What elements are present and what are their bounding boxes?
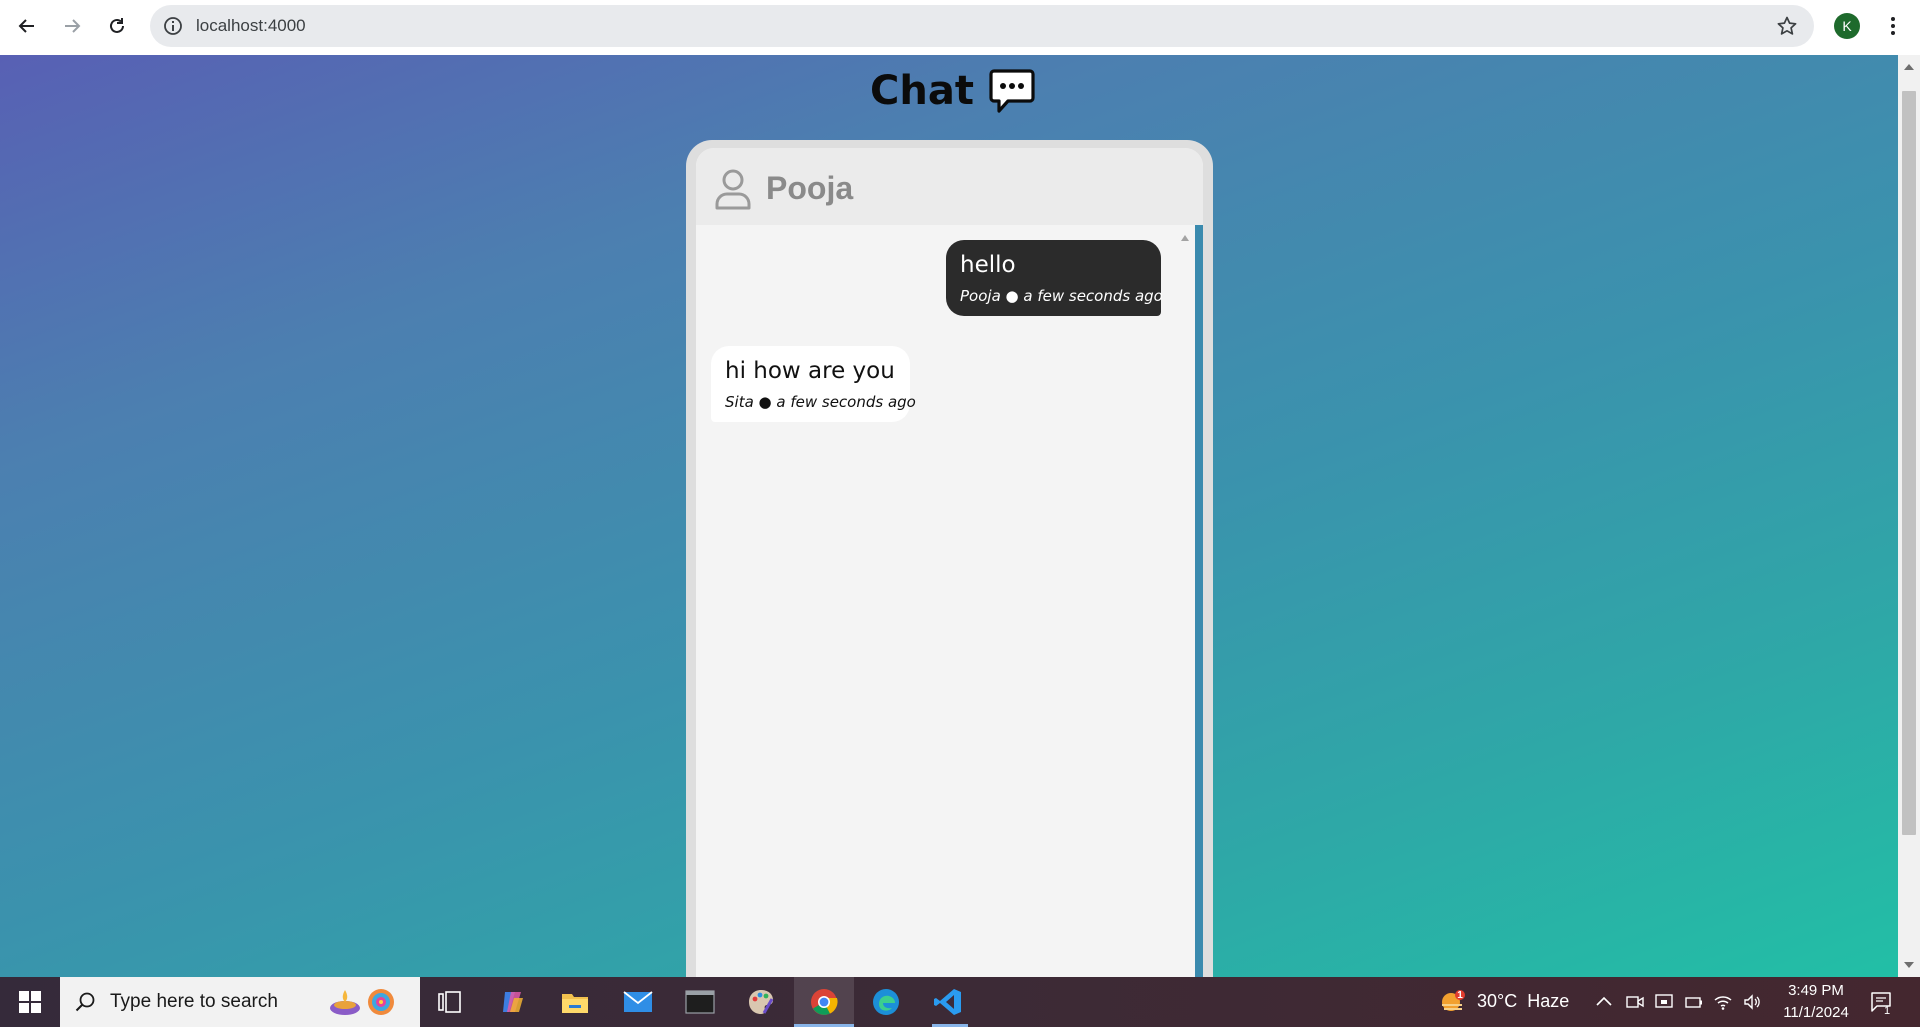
- forward-button[interactable]: [55, 9, 89, 43]
- taskbar-search[interactable]: Type here to search: [60, 977, 420, 1027]
- chat-panel: Pooja hello Pooja ● a few seconds ago hi…: [696, 148, 1203, 977]
- back-arrow-icon: [18, 19, 34, 33]
- page-scroll-down-icon[interactable]: [1904, 962, 1914, 968]
- page-title: Chat: [870, 68, 974, 114]
- windows-logo-icon: [19, 991, 41, 1013]
- reload-icon: [110, 18, 124, 33]
- wifi-icon[interactable]: [1713, 992, 1733, 1012]
- diya-lamp-icon: [330, 990, 360, 1015]
- browser-toolbar: localhost:4000 K: [0, 0, 1920, 55]
- start-button[interactable]: [0, 977, 60, 1027]
- user-icon: [715, 169, 751, 210]
- battery-icon[interactable]: [1684, 992, 1704, 1012]
- copilot-icon[interactable]: [497, 986, 529, 1018]
- scroll-up-arrow-icon[interactable]: [1181, 235, 1189, 241]
- file-explorer-icon[interactable]: [559, 986, 591, 1018]
- chat-header: Pooja: [696, 148, 1203, 225]
- address-bar[interactable]: localhost:4000: [150, 5, 1814, 47]
- message-meta: Pooja ● a few seconds ago: [960, 287, 1163, 305]
- chrome-taskbar-button[interactable]: [794, 977, 854, 1027]
- page-viewport: Chat Pooja hello Pooja ● a few seconds a…: [0, 55, 1898, 977]
- page-header: Chat: [870, 63, 1036, 119]
- back-button[interactable]: [10, 9, 44, 43]
- page-scrollbar-thumb[interactable]: [1902, 91, 1916, 835]
- display-share-icon[interactable]: [1654, 992, 1674, 1012]
- page-scroll-up-icon[interactable]: [1904, 64, 1914, 70]
- reload-button[interactable]: [100, 9, 134, 43]
- message-list-scrollbar[interactable]: [1175, 225, 1195, 977]
- forward-arrow-icon: [65, 19, 81, 33]
- message-bubble-incoming: hi how are you Sita ● a few seconds ago: [711, 346, 916, 422]
- chevron-up-icon[interactable]: [1594, 992, 1614, 1012]
- rangoli-icon: [368, 989, 394, 1015]
- contact-name: Pooja: [766, 170, 854, 206]
- url-text[interactable]: localhost:4000: [196, 16, 306, 36]
- weather-text[interactable]: 30°C Haze: [1477, 991, 1569, 1012]
- edge-icon[interactable]: [870, 986, 902, 1018]
- bookmark-star-icon[interactable]: [1776, 15, 1798, 37]
- clock-date[interactable]: 11/1/2024: [1772, 1004, 1860, 1021]
- chrome-icon: [811, 989, 838, 1015]
- message-text: hi how are you: [725, 358, 895, 384]
- volume-icon[interactable]: [1742, 992, 1762, 1012]
- paint-icon[interactable]: [745, 986, 777, 1018]
- message-meta: Sita ● a few seconds ago: [725, 393, 916, 411]
- terminal-icon[interactable]: [684, 986, 716, 1018]
- message-bubble-outgoing: hello Pooja ● a few seconds ago: [946, 240, 1163, 316]
- search-icon: [75, 992, 95, 1012]
- message-text: hello: [960, 252, 1016, 278]
- speech-bubble-icon: [989, 69, 1035, 113]
- taskbar: Type here to search 1 30°C Haze 3:49 PM …: [0, 977, 1920, 1027]
- profile-avatar[interactable]: K: [1834, 13, 1860, 39]
- task-view-icon[interactable]: [434, 986, 466, 1018]
- chat-window: Pooja hello Pooja ● a few seconds ago hi…: [686, 140, 1213, 977]
- mail-icon[interactable]: [622, 986, 654, 1018]
- clock-time[interactable]: 3:49 PM: [1778, 982, 1854, 999]
- weather-alert-badge: 1: [1457, 990, 1463, 1001]
- chat-panel-edge: [1195, 225, 1203, 977]
- browser-menu-icon[interactable]: [1880, 12, 1906, 40]
- message-list[interactable]: hello Pooja ● a few seconds ago hi how a…: [696, 225, 1175, 977]
- notification-count: 1: [1884, 1005, 1891, 1017]
- search-placeholder: Type here to search: [110, 991, 278, 1012]
- camera-icon[interactable]: [1625, 992, 1645, 1012]
- site-info-icon[interactable]: [162, 15, 184, 37]
- page-scrollbar[interactable]: [1898, 55, 1920, 977]
- vscode-icon[interactable]: [932, 986, 964, 1018]
